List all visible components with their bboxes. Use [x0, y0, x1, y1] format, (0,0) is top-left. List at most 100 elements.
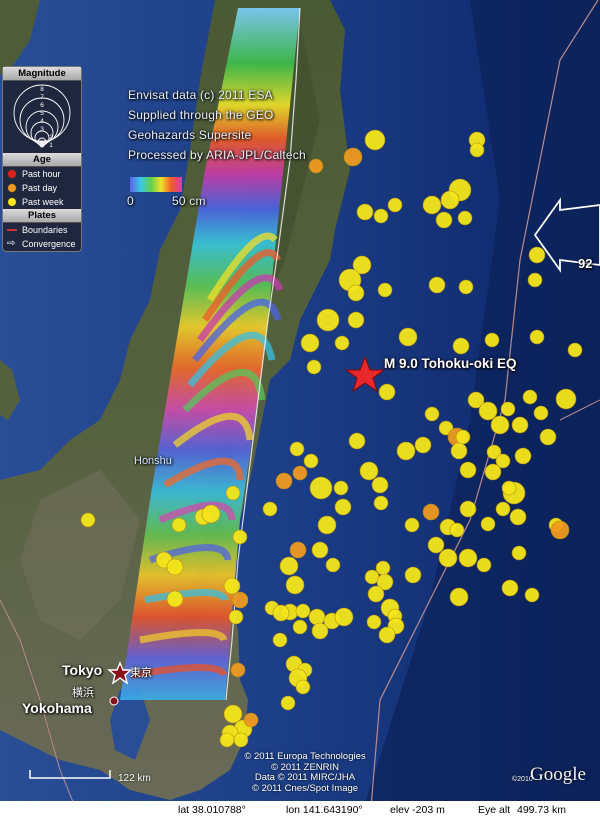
earthquake-marker[interactable] [501, 480, 517, 496]
earthquake-marker[interactable] [219, 732, 235, 748]
earthquake-marker[interactable] [387, 197, 403, 213]
earthquake-marker[interactable] [364, 129, 386, 151]
earthquake-marker[interactable] [325, 557, 341, 573]
earthquake-marker[interactable] [480, 516, 496, 532]
earthquake-marker[interactable] [303, 453, 319, 469]
earthquake-marker[interactable] [171, 517, 187, 533]
earthquake-marker[interactable] [455, 429, 471, 445]
earthquake-marker[interactable] [484, 332, 500, 348]
earthquake-marker[interactable] [232, 529, 248, 545]
earthquake-marker[interactable] [201, 504, 221, 524]
earthquake-marker[interactable] [373, 495, 389, 511]
earthquake-marker[interactable] [511, 416, 529, 434]
earthquake-marker[interactable] [404, 517, 420, 533]
map-view[interactable]: Envisat data (c) 2011 ESA Supplied throu… [0, 0, 600, 819]
earthquake-marker[interactable] [495, 501, 511, 517]
earthquake-marker[interactable] [289, 541, 307, 559]
earthquake-marker[interactable] [366, 614, 382, 630]
earthquake-marker[interactable] [292, 465, 308, 481]
earthquake-marker[interactable] [528, 246, 546, 264]
earthquake-marker[interactable] [80, 512, 96, 528]
earthquake-marker[interactable] [272, 632, 288, 648]
earthquake-marker[interactable] [398, 327, 418, 347]
earthquake-marker[interactable] [348, 432, 366, 450]
earthquake-marker[interactable] [396, 441, 416, 461]
earthquake-marker[interactable] [311, 541, 329, 559]
earthquake-marker[interactable] [458, 279, 474, 295]
earthquake-marker[interactable] [166, 558, 184, 576]
earthquake-marker[interactable] [567, 342, 583, 358]
earthquake-marker[interactable] [422, 503, 440, 521]
yokohama-marker-icon[interactable] [109, 696, 119, 706]
earthquake-marker[interactable] [500, 401, 516, 417]
earthquake-marker[interactable] [469, 142, 485, 158]
earthquake-marker[interactable] [347, 311, 365, 329]
earthquake-marker[interactable] [501, 579, 519, 597]
earthquake-marker[interactable] [343, 147, 363, 167]
earthquake-marker[interactable] [450, 442, 468, 460]
earthquake-marker[interactable] [289, 441, 305, 457]
earthquake-marker[interactable] [424, 406, 440, 422]
earthquake-marker[interactable] [223, 704, 243, 724]
earthquake-marker[interactable] [514, 447, 532, 465]
earthquake-marker[interactable] [422, 195, 442, 215]
earthquake-marker[interactable] [378, 626, 396, 644]
earthquake-marker[interactable] [449, 522, 465, 538]
earthquake-marker[interactable] [457, 210, 473, 226]
earthquake-marker[interactable] [428, 276, 446, 294]
earthquake-marker[interactable] [539, 428, 557, 446]
earthquake-marker[interactable] [359, 461, 379, 481]
earthquake-marker[interactable] [414, 436, 432, 454]
earthquake-marker[interactable] [555, 388, 577, 410]
earthquake-marker[interactable] [347, 284, 365, 302]
earthquake-marker[interactable] [459, 461, 477, 479]
earthquake-marker[interactable] [233, 732, 249, 748]
earthquake-marker[interactable] [275, 472, 293, 490]
earthquake-marker[interactable] [230, 662, 246, 678]
earthquake-marker[interactable] [524, 587, 540, 603]
earthquake-marker[interactable] [373, 208, 389, 224]
earthquake-marker[interactable] [285, 575, 305, 595]
earthquake-marker[interactable] [511, 545, 527, 561]
earthquake-marker[interactable] [334, 335, 350, 351]
earthquake-marker[interactable] [550, 520, 570, 540]
earthquake-marker[interactable] [377, 282, 393, 298]
earthquake-marker[interactable] [527, 272, 543, 288]
earthquake-marker[interactable] [295, 603, 311, 619]
earthquake-marker[interactable] [371, 476, 389, 494]
earthquake-marker[interactable] [280, 695, 296, 711]
earthquake-marker[interactable] [367, 585, 385, 603]
earthquake-marker[interactable] [356, 203, 374, 221]
earthquake-marker[interactable] [440, 190, 460, 210]
earthquake-marker[interactable] [309, 476, 333, 500]
earthquake-marker[interactable] [529, 329, 545, 345]
earthquake-marker[interactable] [459, 500, 477, 518]
earthquake-marker[interactable] [231, 591, 249, 609]
earthquake-marker[interactable] [378, 383, 396, 401]
earthquake-marker[interactable] [279, 556, 299, 576]
earthquake-marker[interactable] [404, 566, 422, 584]
earthquake-marker[interactable] [223, 577, 241, 595]
earthquake-marker[interactable] [292, 619, 308, 635]
earthquake-marker[interactable] [306, 359, 322, 375]
earthquake-marker[interactable] [476, 557, 492, 573]
earthquake-marker[interactable] [490, 415, 510, 435]
earthquake-marker[interactable] [509, 508, 527, 526]
earthquake-marker[interactable] [375, 560, 391, 576]
earthquake-marker[interactable] [427, 536, 445, 554]
earthquake-marker[interactable] [458, 548, 478, 568]
earthquake-marker[interactable] [308, 608, 326, 626]
earthquake-marker[interactable] [272, 604, 290, 622]
earthquake-marker[interactable] [484, 463, 502, 481]
earthquake-marker[interactable] [243, 712, 259, 728]
earthquake-marker[interactable] [435, 211, 453, 229]
earthquake-marker[interactable] [316, 308, 340, 332]
earthquake-marker[interactable] [478, 401, 498, 421]
earthquake-marker[interactable] [452, 337, 470, 355]
earthquake-marker[interactable] [300, 333, 320, 353]
earthquake-marker[interactable] [225, 485, 241, 501]
earthquake-marker[interactable] [449, 587, 469, 607]
earthquake-marker[interactable] [166, 590, 184, 608]
earthquake-marker[interactable] [438, 548, 458, 568]
earthquake-marker[interactable] [308, 158, 324, 174]
